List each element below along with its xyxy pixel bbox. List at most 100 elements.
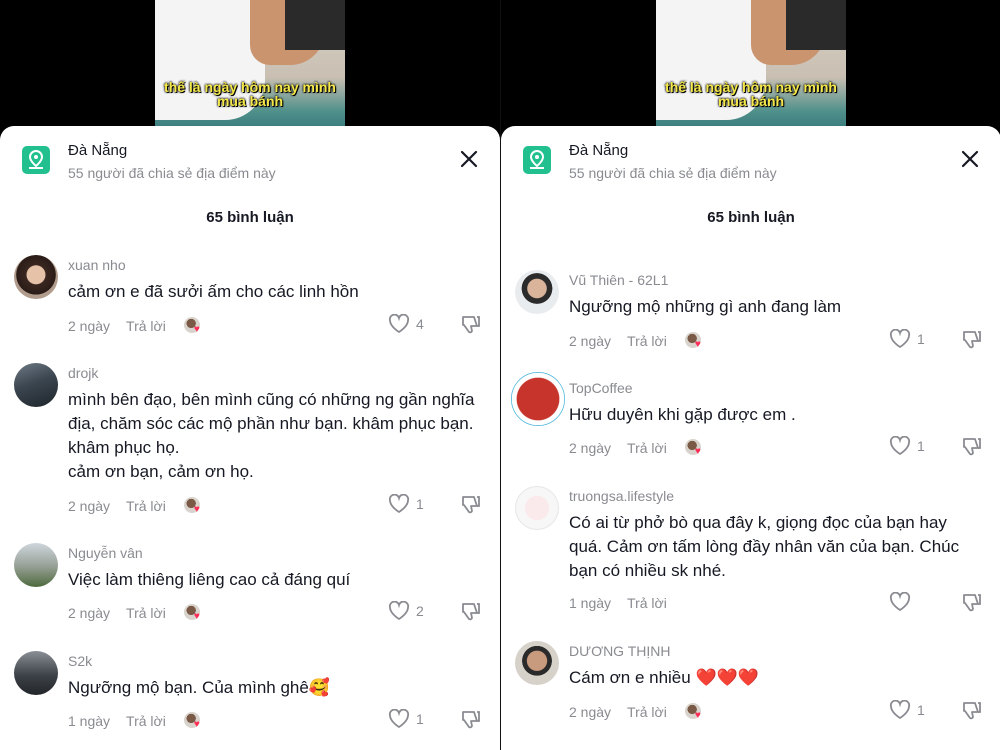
comment-meta: 2 ngày Trả lời ♥ (68, 497, 204, 515)
comment-text: Hữu duyên khi gặp được em . (569, 405, 796, 424)
reply-button[interactable]: Trả lời (627, 440, 667, 456)
heart-outline-icon (388, 314, 410, 334)
video-caption: thế là ngày hôm nay mình mua bánh (164, 79, 336, 109)
avatar[interactable] (515, 270, 559, 314)
avatar[interactable] (515, 641, 559, 685)
like-count: 1 (917, 331, 925, 347)
dislike-icon[interactable] (460, 314, 482, 341)
like-count: 1 (917, 438, 925, 454)
reply-button[interactable]: Trả lời (126, 498, 166, 514)
dislike-icon[interactable] (460, 601, 482, 628)
reply-button[interactable]: Trả lời (126, 605, 166, 621)
comment-time: 2 ngày (68, 498, 111, 514)
close-icon[interactable] (460, 150, 478, 168)
like-button[interactable]: 4 (388, 314, 424, 334)
reaction-avatar-icon: ♥ (183, 712, 204, 730)
comment-text: Ngưỡng mộ những gì anh đang làm (569, 297, 842, 316)
reaction-avatar-icon: ♥ (684, 439, 705, 457)
dislike-icon[interactable] (961, 436, 983, 463)
like-button[interactable]: 2 (388, 601, 424, 621)
comment-count: 65 bình luận (206, 209, 294, 226)
dislike-icon[interactable] (460, 709, 482, 736)
avatar[interactable] (14, 543, 58, 587)
comment-sheet: Đà Nẵng 55 người đã chia sẻ địa điểm này… (501, 126, 1000, 750)
comment-text: Cám ơn e nhiều ❤️❤️❤️ (569, 668, 759, 687)
reaction-avatar-icon: ♥ (684, 332, 705, 350)
like-count: 2 (416, 603, 424, 619)
dislike-icon[interactable] (961, 592, 983, 619)
video-thumbnail[interactable]: thế là ngày hôm nay mình mua bánh (656, 0, 846, 140)
location-title[interactable]: Đà Nẵng (569, 142, 628, 159)
avatar[interactable] (14, 651, 58, 695)
reply-button[interactable]: Trả lời (627, 704, 667, 720)
like-button[interactable]: 1 (889, 329, 925, 349)
comment-text: cảm ơn e đã sưởi ấm cho các linh hồn (68, 282, 359, 301)
video-caption: thế là ngày hôm nay mình mua bánh (665, 79, 837, 109)
avatar[interactable] (515, 486, 559, 530)
heart-outline-icon (889, 329, 911, 349)
like-button[interactable]: 1 (388, 709, 424, 729)
reply-button[interactable]: Trả lời (627, 595, 667, 611)
like-button[interactable]: 1 (889, 436, 925, 456)
heart-outline-icon (388, 709, 410, 729)
location-icon (22, 146, 50, 174)
reaction-avatar-icon: ♥ (684, 703, 705, 721)
location-icon (523, 146, 551, 174)
location-subtitle: 55 người đã chia sẻ địa điểm này (569, 165, 777, 181)
avatar[interactable] (14, 363, 58, 407)
right-panel: thế là ngày hôm nay mình mua bánh Đà Nẵn… (500, 0, 1000, 750)
reaction-avatar-icon: ♥ (183, 604, 204, 622)
heart-outline-icon (388, 494, 410, 514)
avatar[interactable] (511, 372, 565, 426)
comment-username[interactable]: Nguyễn vân (68, 545, 143, 561)
comment-text: Có ai từ phở bò qua đây k, giọng đọc của… (569, 513, 960, 580)
comment-username[interactable]: drojk (68, 365, 98, 381)
dislike-icon[interactable] (961, 329, 983, 356)
like-button[interactable]: 1 (388, 494, 424, 514)
reply-button[interactable]: Trả lời (126, 318, 166, 334)
comment-time: 2 ngày (569, 440, 612, 456)
avatar[interactable] (14, 255, 58, 299)
reply-button[interactable]: Trả lời (627, 333, 667, 349)
reply-button[interactable]: Trả lời (126, 713, 166, 729)
comment-username[interactable]: S2k (68, 653, 92, 669)
reaction-avatar-icon: ♥ (183, 317, 204, 335)
comment-time: 2 ngày (569, 704, 612, 720)
comment-time: 1 ngày (68, 713, 111, 729)
dislike-icon[interactable] (961, 700, 983, 727)
like-count: 1 (416, 711, 424, 727)
left-panel: thế là ngày hôm nay mình mua bánh Đà Nẵn… (0, 0, 500, 750)
heart-outline-icon (889, 436, 911, 456)
location-title[interactable]: Đà Nẵng (68, 142, 127, 159)
comment-text: Ngưỡng mộ bạn. Của mình ghê🥰 (68, 678, 330, 697)
comment-meta: 2 ngày Trả lời ♥ (68, 317, 204, 335)
close-icon[interactable] (961, 150, 979, 168)
dislike-icon[interactable] (460, 494, 482, 521)
comment-username[interactable]: DƯƠNG THỊNH (569, 643, 670, 659)
comment-text: Việc làm thiêng liêng cao cả đáng quí (68, 570, 351, 589)
comment-time: 2 ngày (68, 605, 111, 621)
like-count: 1 (416, 496, 424, 512)
comment-username[interactable]: Vũ Thiên - 62L1 (569, 272, 668, 288)
comment-meta: 1 ngày Trả lời (569, 595, 667, 611)
comment-username[interactable]: TopCoffee (569, 380, 633, 396)
comment-meta: 2 ngày Trả lời ♥ (569, 439, 705, 457)
heart-outline-icon (889, 592, 911, 612)
comment-meta: 2 ngày Trả lời ♥ (68, 604, 204, 622)
like-button[interactable] (889, 592, 917, 612)
heart-outline-icon (889, 700, 911, 720)
video-background-sign (285, 0, 345, 50)
comment-meta: 1 ngày Trả lời ♥ (68, 712, 204, 730)
heart-outline-icon (388, 601, 410, 621)
video-thumbnail[interactable]: thế là ngày hôm nay mình mua bánh (155, 0, 345, 140)
comment-text: mình bên đạo, bên mình cũng có những ng … (68, 390, 475, 481)
like-count: 1 (917, 702, 925, 718)
comment-count: 65 bình luận (707, 209, 795, 226)
video-background-sign (786, 0, 846, 50)
comment-time: 2 ngày (68, 318, 111, 334)
comment-username[interactable]: xuan nho (68, 257, 126, 273)
comment-username[interactable]: truongsa.lifestyle (569, 488, 674, 504)
like-button[interactable]: 1 (889, 700, 925, 720)
location-subtitle: 55 người đã chia sẻ địa điểm này (68, 165, 276, 181)
comment-meta: 2 ngày Trả lời ♥ (569, 332, 705, 350)
